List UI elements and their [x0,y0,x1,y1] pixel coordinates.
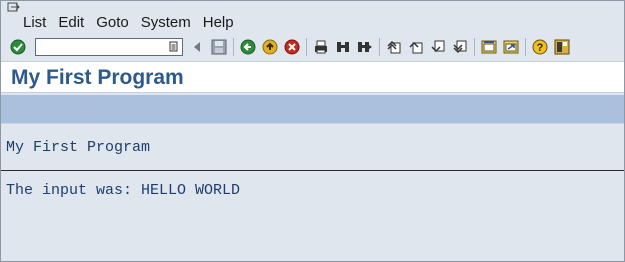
find-next-icon[interactable] [356,38,374,56]
title-bar: My First Program [1,61,624,93]
toolbar-separator [233,38,234,56]
page-title: My First Program [11,66,184,89]
back-arrow-icon[interactable] [188,38,206,56]
help-icon[interactable]: ? [531,38,549,56]
new-session-icon[interactable] [480,38,498,56]
next-page-icon[interactable] [429,38,447,56]
menu-system[interactable]: System [135,13,197,33]
shortcut-icon[interactable] [502,38,520,56]
menu-list[interactable]: List [17,13,52,33]
menu-edit[interactable]: Edit [52,13,90,33]
save-icon[interactable] [210,38,228,56]
toolbar-separator [525,38,526,56]
back-icon[interactable] [239,38,257,56]
command-input[interactable] [36,41,168,57]
sap-window: List Edit Goto System Help ? My First Pr… [0,0,625,262]
svg-text:?: ? [537,42,544,54]
first-page-icon[interactable] [385,38,403,56]
list-output: My First Program The input was: HELLO WO… [1,124,624,261]
menu-goto[interactable]: Goto [90,13,135,33]
standard-toolbar: ? [1,35,624,59]
previous-page-icon[interactable] [407,38,425,56]
layout-icon[interactable] [553,38,571,56]
cancel-icon[interactable] [283,38,301,56]
list-output-line: The input was: HELLO WORLD [6,182,241,199]
menu-bar: List Edit Goto System Help [17,13,240,33]
command-dropdown-icon[interactable] [168,41,180,53]
toolbar-separator [379,38,380,56]
menu-help[interactable]: Help [197,13,240,33]
list-divider [1,170,624,171]
toolbar-separator [474,38,475,56]
find-icon[interactable] [334,38,352,56]
application-toolbar [1,95,624,124]
print-icon[interactable] [312,38,330,56]
exit-icon[interactable] [261,38,279,56]
list-header: My First Program [6,139,151,156]
last-page-icon[interactable] [451,38,469,56]
enter-icon[interactable] [9,38,27,56]
toolbar-separator [306,38,307,56]
command-field[interactable] [35,38,183,57]
